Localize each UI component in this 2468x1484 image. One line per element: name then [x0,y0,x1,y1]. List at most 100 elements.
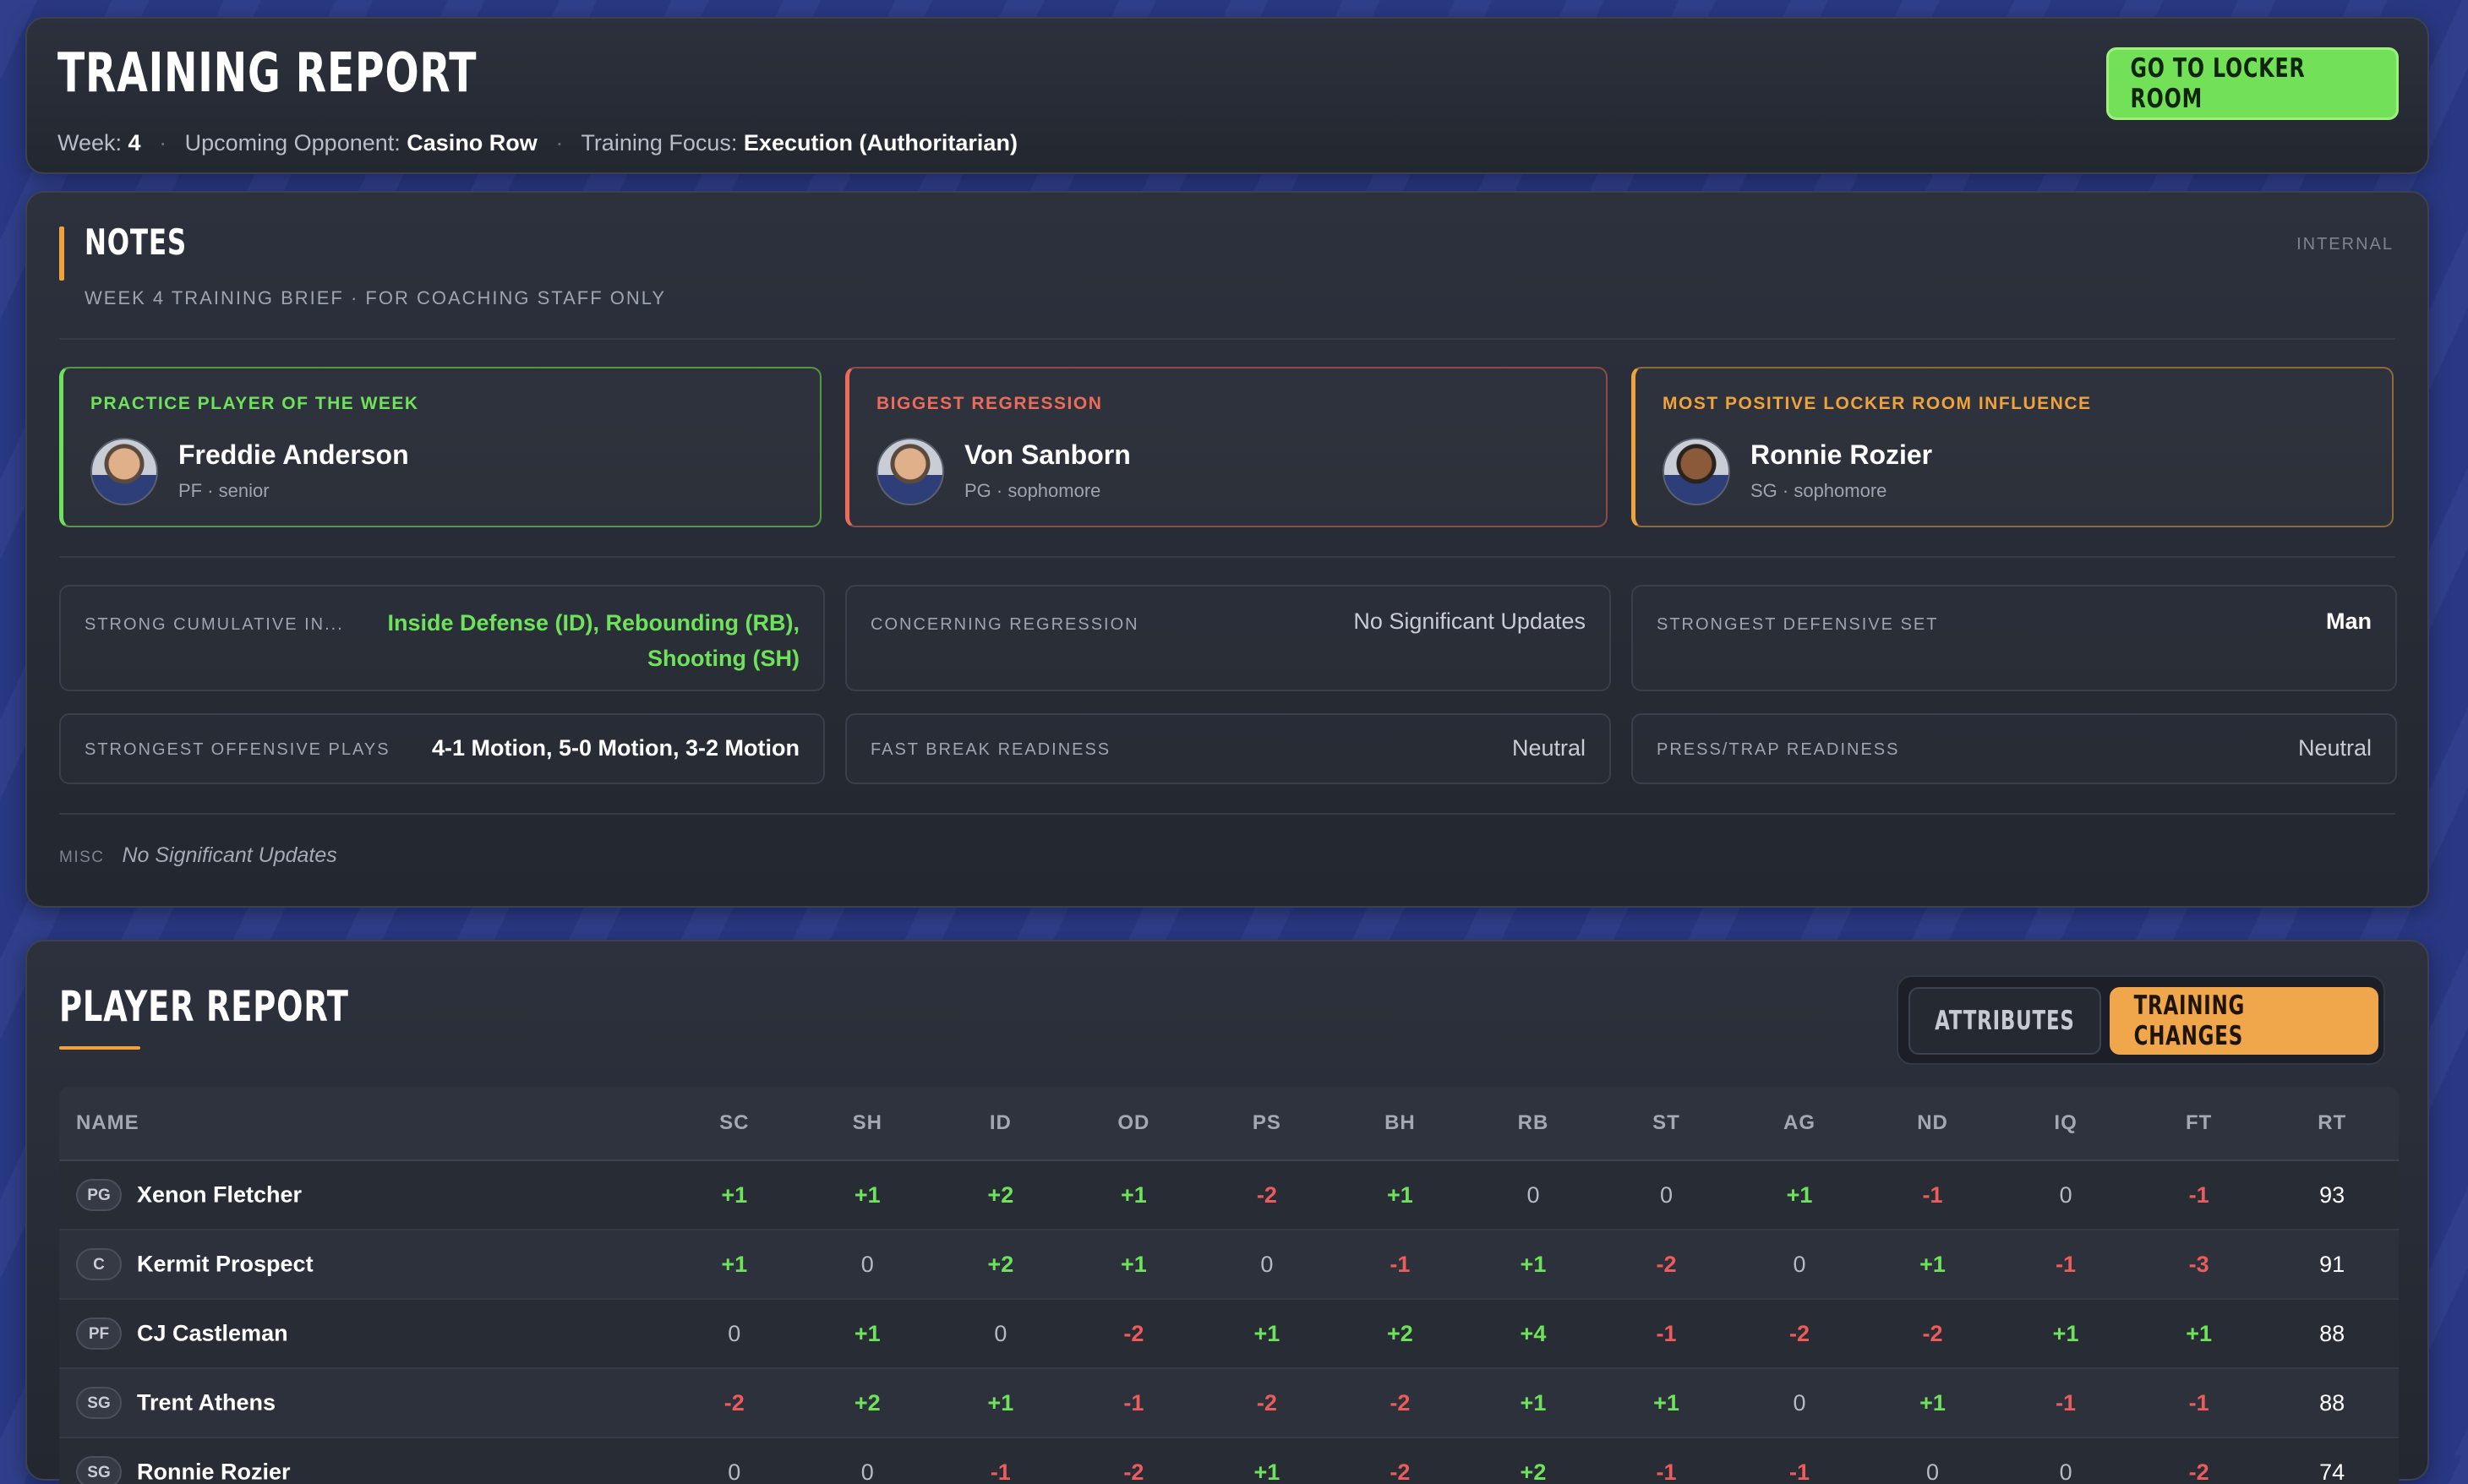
column-header-ps[interactable]: PS [1200,1087,1334,1160]
table-header-row: NAMESCSHIDODPSBHRBSTAGNDIQFTRT [59,1087,2399,1160]
avatar [876,438,944,505]
column-header-rt[interactable]: RT [2265,1087,2399,1160]
stat-change-cell: -2 [1200,1368,1334,1438]
notes-panel: Notes WEEK 4 TRAINING BRIEF · FOR COACHI… [25,191,2429,908]
player-table-container[interactable]: NAMESCSHIDODPSBHRBSTAGNDIQFTRT PGXenon F… [59,1087,2399,1484]
player-name[interactable]: CJ Castleman [137,1321,288,1346]
stat-change-cell: 0 [1466,1160,1600,1230]
column-header-rb[interactable]: RB [1466,1087,1600,1160]
divider [59,338,2395,340]
stat-change-cell: 0 [1733,1368,1866,1438]
go-to-locker-room-button[interactable]: Go to Locker Room [2106,47,2399,120]
column-header-sh[interactable]: SH [801,1087,935,1160]
player-name[interactable]: Xenon Fletcher [137,1182,302,1208]
stat-change-cell: +1 [1866,1230,2000,1299]
stat-change-cell: 0 [1200,1230,1334,1299]
table-row[interactable]: SGRonnie Rozier00-1-2+1-2+2-1-100-274 [59,1438,2399,1484]
table-row[interactable]: PGXenon Fletcher+1+1+2+1-2+100+1-10-193 [59,1160,2399,1230]
tab-attributes-label: Attributes [1935,1006,2075,1036]
column-header-iq[interactable]: IQ [1999,1087,2132,1160]
stat-change-cell: +4 [1466,1299,1600,1368]
stat-change-cell: +1 [1200,1299,1334,1368]
locker-button-label: Go to Locker Room [2131,53,2375,114]
stat-change-cell: -1 [934,1438,1067,1484]
stat-change-cell: -1 [1866,1160,2000,1230]
stat-value: 4-1 Motion, 5-0 Motion, 3-2 Motion [432,735,800,761]
opponent-value: Casino Row [407,130,538,155]
award-label: BIGGEST REGRESSION [876,394,1102,414]
award-player-info: PG · sophomore [964,480,1100,502]
player-name-cell: SGRonnie Rozier [59,1438,668,1484]
player-name[interactable]: Trent Athens [137,1390,276,1416]
stat-value: Inside Defense (ID), Rebounding (RB), Sh… [387,605,800,676]
rating-cell: 74 [2265,1438,2399,1484]
stat-change-cell: +2 [934,1230,1067,1299]
award-card-practice-player[interactable]: PRACTICE PLAYER OF THE WEEK Freddie Ande… [59,367,822,527]
stat-label: STRONG CUMULATIVE IN... [85,615,344,635]
stat-change-cell: -1 [1999,1368,2132,1438]
award-player-info: SG · sophomore [1750,480,1886,502]
rating-cell: 91 [2265,1230,2399,1299]
column-header-ft[interactable]: FT [2132,1087,2266,1160]
table-row[interactable]: SGTrent Athens-2+2+1-1-2-2+1+10+1-1-188 [59,1368,2399,1438]
stat-change-cell: 0 [1733,1230,1866,1299]
column-header-od[interactable]: OD [1067,1087,1201,1160]
stat-fast-break-readiness: FAST BREAK READINESS Neutral [845,713,1611,784]
stat-change-cell: -2 [2132,1438,2266,1484]
stat-label: STRONGEST DEFENSIVE SET [1657,615,1938,635]
column-header-st[interactable]: ST [1600,1087,1734,1160]
focus-value: Execution (Authoritarian) [744,130,1018,155]
column-header-bh[interactable]: BH [1334,1087,1467,1160]
stat-change-cell: +1 [1200,1438,1334,1484]
tab-training-changes[interactable]: Training Changes [2110,987,2378,1055]
player-name[interactable]: Kermit Prospect [137,1252,314,1277]
stat-change-cell: 0 [1999,1438,2132,1484]
table-body: PGXenon Fletcher+1+1+2+1-2+100+1-10-193C… [59,1160,2399,1484]
table-row[interactable]: PFCJ Castleman0+10-2+1+2+4-1-2-2+1+188 [59,1299,2399,1368]
stat-change-cell: +1 [1466,1368,1600,1438]
position-badge: SG [76,1387,122,1419]
column-header-id[interactable]: ID [934,1087,1067,1160]
stat-change-cell: -2 [1067,1299,1201,1368]
stat-change-cell: +1 [801,1299,935,1368]
stat-change-cell: +1 [1733,1160,1866,1230]
position-badge: C [76,1248,122,1280]
tab-attributes[interactable]: Attributes [1908,987,2101,1055]
stat-change-cell: -1 [1999,1230,2132,1299]
stat-label: STRONGEST OFFENSIVE PLAYS [85,740,390,760]
table-row[interactable]: CKermit Prospect+10+2+10-1+1-20+1-1-391 [59,1230,2399,1299]
stat-change-cell: +1 [1067,1160,1201,1230]
player-name[interactable]: Ronnie Rozier [137,1459,291,1484]
stat-change-cell: +2 [1466,1438,1600,1484]
stat-change-cell: +1 [2132,1299,2266,1368]
stat-change-cell: -1 [1600,1299,1734,1368]
stat-change-cell: +1 [1334,1160,1467,1230]
week-label: Week: [57,130,122,155]
stat-change-cell: 0 [1866,1438,2000,1484]
stat-press-trap-readiness: PRESS/TRAP READINESS Neutral [1631,713,2397,784]
stat-strongest-offensive-plays: STRONGEST OFFENSIVE PLAYS 4-1 Motion, 5-… [59,713,825,784]
award-card-locker-room-influence[interactable]: MOST POSITIVE LOCKER ROOM INFLUENCE Ronn… [1631,367,2394,527]
divider [59,556,2395,558]
column-header-sc[interactable]: SC [668,1087,801,1160]
stat-change-cell: +1 [1999,1299,2132,1368]
player-name-cell: PGXenon Fletcher [59,1160,668,1230]
stat-change-cell: +1 [934,1368,1067,1438]
view-toggle: Attributes Training Changes [1897,975,2385,1065]
stat-change-cell: -3 [2132,1230,2266,1299]
column-header-name[interactable]: NAME [59,1087,668,1160]
stat-change-cell: 0 [668,1299,801,1368]
stat-value-line: Shooting (SH) [387,641,800,676]
stat-change-cell: 0 [934,1299,1067,1368]
stat-value: No Significant Updates [1353,608,1586,635]
column-header-ag[interactable]: AG [1733,1087,1866,1160]
report-meta: Week: 4 · Upcoming Opponent: Casino Row … [57,130,1018,156]
award-card-biggest-regression[interactable]: BIGGEST REGRESSION Von Sanborn PG · soph… [845,367,1608,527]
stat-label: PRESS/TRAP READINESS [1657,740,1899,760]
stat-change-cell: -1 [1067,1368,1201,1438]
column-header-nd[interactable]: ND [1866,1087,2000,1160]
avatar [90,438,158,505]
rating-cell: 88 [2265,1368,2399,1438]
stat-strongest-defensive-set: STRONGEST DEFENSIVE SET Man [1631,585,2397,691]
stat-change-cell: -2 [1334,1438,1467,1484]
